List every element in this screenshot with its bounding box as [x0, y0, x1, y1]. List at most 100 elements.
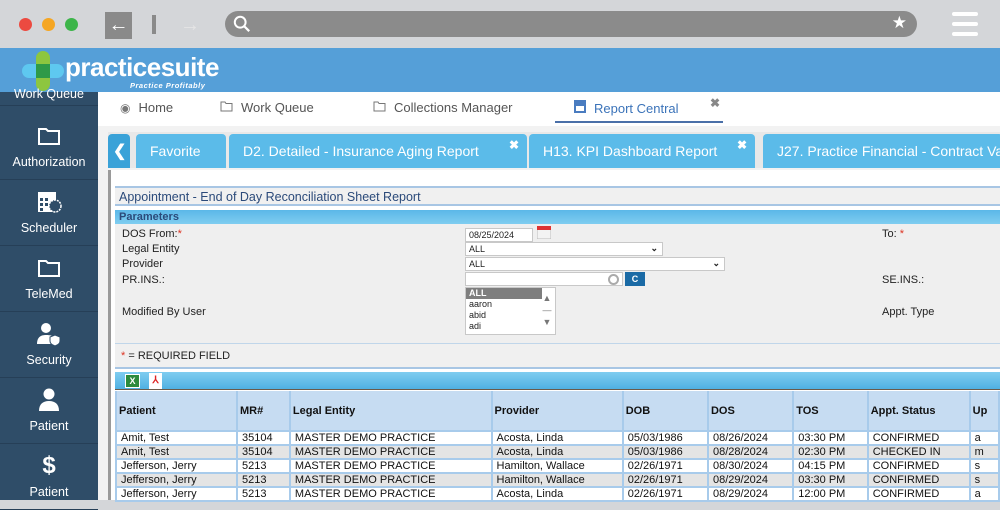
table-cell: 08/29/2024 — [706, 486, 795, 502]
calendar-icon[interactable] — [536, 225, 552, 242]
scroll-up-icon: ▲ — [542, 293, 552, 303]
se-ins-label: SE.INS.: — [882, 274, 925, 286]
column-header[interactable]: Patient — [115, 391, 238, 432]
column-header[interactable]: Appt. Status — [866, 391, 971, 432]
nav-work-queue[interactable]: Work Queue — [220, 100, 314, 115]
table-row[interactable]: Jefferson, Jerry 5213 MASTER DEMO PRACTICE… — [115, 486, 1000, 502]
table-cell: CONFIRMED — [866, 458, 971, 474]
table-cell: 08/26/2024 — [706, 430, 795, 446]
table-cell: MASTER DEMO PRACTICE — [288, 486, 493, 502]
to-label: To: * — [882, 228, 905, 240]
results-table: Patient MR# Legal Entity Provider DOB DOS TOS A… — [115, 391, 1000, 502]
pdf-export-icon[interactable]: ⅄ — [149, 373, 162, 389]
pr-ins-input[interactable] — [465, 272, 623, 286]
maximize-window-button[interactable] — [65, 18, 78, 31]
list-option[interactable]: adi — [466, 321, 542, 332]
sidebar-item-patient-billing[interactable]: $ Patient — [0, 444, 98, 510]
close-tab-icon[interactable]: ✖ — [710, 96, 720, 110]
sidebar-item-work-queue[interactable]: Work Queue — [0, 82, 98, 106]
table-cell: 35104 — [235, 430, 291, 446]
close-icon[interactable]: ✖ — [737, 138, 747, 152]
nav-report-central[interactable]: Report Central — [574, 100, 679, 116]
table-cell: 05/03/1986 — [621, 444, 709, 460]
table-cell: CONFIRMED — [866, 486, 971, 502]
table-cell: 08/30/2024 — [706, 458, 795, 474]
star-icon[interactable]: ★ — [892, 13, 907, 33]
table-cell: 02:30 PM — [792, 444, 869, 460]
modified-by-listbox[interactable]: ALL aaron abid adi ▲ — ▼ — [465, 287, 556, 335]
calendar-clock-icon — [0, 190, 98, 214]
column-header[interactable]: DOS — [706, 391, 795, 432]
nav-collections-manager[interactable]: Collections Manager — [373, 100, 513, 115]
content-area: ❮ Favorite D2. Detailed - Insurance Agin… — [98, 126, 1000, 502]
back-button[interactable]: ← — [105, 12, 132, 39]
table-cell: 02/26/1971 — [621, 458, 709, 474]
provider-select[interactable]: ALL ⌄ — [465, 257, 725, 271]
table-body: Amit, Test 35104 MASTER DEMO PRACTICE Acost… — [115, 430, 1000, 502]
clear-button[interactable]: C — [625, 272, 645, 286]
table-cell: 08/28/2024 — [706, 444, 795, 460]
arrow-right-icon: → — [180, 14, 200, 36]
minimize-window-button[interactable] — [42, 18, 55, 31]
report-title: Appointment - End of Day Reconciliation … — [115, 186, 1000, 206]
logo-text: practicesuite — [65, 52, 219, 82]
table-cell: 03:30 PM — [792, 430, 869, 446]
nav-label: Collections Manager — [394, 100, 513, 115]
table-row[interactable]: Amit, Test 35104 MASTER DEMO PRACTICE Acost… — [115, 444, 1000, 460]
column-header[interactable]: TOS — [792, 391, 869, 432]
nav-label: Home — [138, 100, 174, 115]
sidebar-item-label: Security — [26, 353, 72, 367]
table-cell: a — [968, 486, 1000, 502]
sidebar-item-label: Work Queue — [14, 87, 84, 101]
tab-insurance-aging[interactable]: D2. Detailed - Insurance Aging Report ✖ — [229, 134, 527, 168]
sidebar: Work Queue Authorization Scheduler TeleM… — [0, 87, 98, 510]
sidebar-item-authorization[interactable]: Authorization — [0, 114, 98, 180]
legal-entity-select[interactable]: ALL ⌄ — [465, 242, 663, 256]
column-header[interactable]: MR# — [235, 391, 291, 432]
table-row[interactable]: Jefferson, Jerry 5213 MASTER DEMO PRACTICE… — [115, 472, 1000, 488]
folder-icon — [0, 256, 98, 280]
modified-by-label: Modified By User — [122, 306, 206, 318]
column-header[interactable]: DOB — [621, 391, 709, 432]
export-toolbar: X ⅄ — [115, 372, 1000, 390]
nav-label: Report Central — [594, 100, 679, 116]
sidebar-item-label: Scheduler — [20, 221, 78, 235]
table-row[interactable]: Jefferson, Jerry 5213 MASTER DEMO PRACTICE… — [115, 458, 1000, 474]
close-window-button[interactable] — [19, 18, 32, 31]
table-row[interactable]: Amit, Test 35104 MASTER DEMO PRACTICE Acost… — [115, 430, 1000, 446]
close-icon[interactable]: ✖ — [509, 138, 519, 152]
dos-from-input[interactable]: 08/25/2024 — [465, 228, 533, 242]
sidebar-item-patient[interactable]: Patient — [0, 378, 98, 444]
sidebar-item-telemed[interactable]: TeleMed — [0, 246, 98, 312]
list-option[interactable]: abid — [466, 310, 542, 321]
tabs-scroll-left-button[interactable]: ❮ — [108, 134, 130, 168]
forward-button[interactable]: → — [180, 12, 202, 39]
tab-kpi-dashboard[interactable]: H13. KPI Dashboard Report ✖ — [529, 134, 755, 168]
pr-ins-label: PR.INS.: — [122, 274, 165, 286]
sidebar-item-security[interactable]: Security — [0, 312, 98, 378]
provider-label: Provider — [122, 258, 163, 270]
list-option[interactable]: aaron — [466, 299, 542, 310]
sidebar-item-label: Authorization — [12, 155, 86, 169]
tab-favorite[interactable]: Favorite — [136, 134, 226, 168]
column-header[interactable]: Provider — [490, 391, 624, 432]
active-tab-indicator — [555, 121, 723, 123]
table-cell: s — [968, 472, 1000, 488]
table-cell: 02/26/1971 — [621, 472, 709, 488]
table-cell: Acosta, Linda — [490, 486, 624, 502]
tab-practice-financial[interactable]: J27. Practice Financial - Contract Va — [763, 134, 1000, 168]
table-cell: 03:30 PM — [792, 472, 869, 488]
reload-button[interactable] — [152, 15, 156, 34]
column-header[interactable]: Legal Entity — [288, 391, 493, 432]
excel-export-icon[interactable]: X — [125, 374, 140, 388]
sidebar-item-scheduler[interactable]: Scheduler — [0, 180, 98, 246]
listbox-scrollbar[interactable]: ▲ — ▼ — [542, 292, 552, 328]
table-cell: Jefferson, Jerry — [115, 486, 238, 502]
search-icon — [233, 15, 250, 32]
column-header[interactable]: Up — [968, 391, 1000, 432]
address-bar[interactable]: ★ — [225, 11, 917, 37]
hamburger-icon[interactable] — [952, 12, 978, 42]
list-option[interactable]: ALL — [466, 288, 542, 299]
sidebar-item-label: Patient — [29, 485, 69, 499]
nav-home[interactable]: ◉ Home — [120, 100, 173, 115]
